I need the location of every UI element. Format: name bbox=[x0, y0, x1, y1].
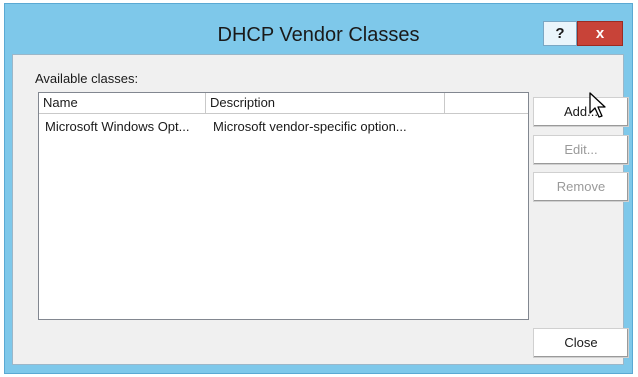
add-button[interactable]: Add... bbox=[533, 97, 629, 127]
help-button[interactable]: ? bbox=[543, 21, 577, 46]
close-window-button[interactable]: x bbox=[577, 21, 623, 46]
dhcp-vendor-classes-dialog: DHCP Vendor Classes ? x Available classe… bbox=[4, 3, 633, 374]
column-header-description[interactable]: Description bbox=[206, 93, 445, 114]
column-header-extra[interactable] bbox=[445, 93, 528, 114]
close-button[interactable]: Close bbox=[533, 328, 629, 358]
window-title: DHCP Vendor Classes bbox=[217, 24, 420, 46]
mouse-pointer-icon bbox=[589, 92, 606, 118]
list-column-header: Name Description bbox=[39, 93, 528, 114]
remove-button[interactable]: Remove bbox=[533, 172, 629, 202]
vendor-classes-list[interactable]: Name Description Microsoft Windows Opt..… bbox=[38, 92, 529, 320]
available-classes-label: Available classes: bbox=[35, 71, 139, 86]
edit-button[interactable]: Edit... bbox=[533, 135, 629, 165]
row-description-cell: Microsoft vendor-specific option... bbox=[213, 119, 407, 134]
dialog-client-area: Available classes: Name Description Micr… bbox=[12, 54, 629, 365]
list-item[interactable]: Microsoft Windows Opt... Microsoft vendo… bbox=[39, 118, 528, 138]
column-header-name[interactable]: Name bbox=[39, 93, 206, 114]
row-name-cell: Microsoft Windows Opt... bbox=[45, 119, 190, 134]
